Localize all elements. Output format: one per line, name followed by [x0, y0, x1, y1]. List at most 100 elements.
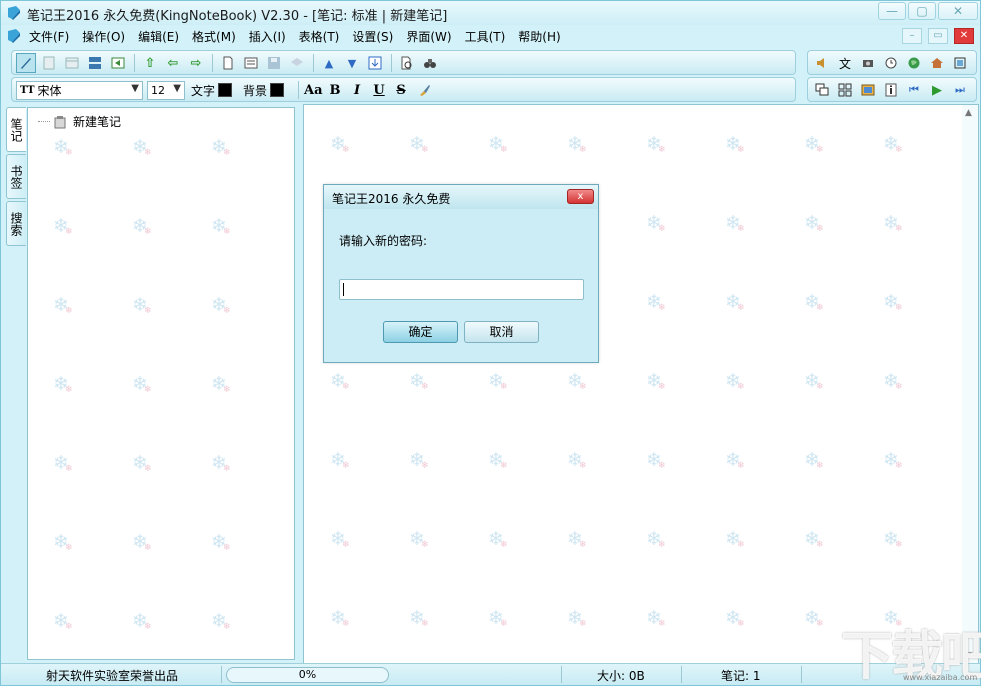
speak-button[interactable] — [812, 53, 832, 73]
maximize-button[interactable]: ▢ — [908, 2, 936, 20]
reminder-button[interactable] — [881, 53, 901, 73]
image-button[interactable] — [858, 80, 878, 100]
tile-button[interactable] — [835, 80, 855, 100]
find-button[interactable] — [420, 53, 440, 73]
dialog-close-button[interactable]: x — [567, 189, 594, 204]
layout-split-button[interactable] — [62, 53, 82, 73]
italic-button[interactable]: I — [348, 83, 366, 98]
snowflake-icon: ❄❄ — [804, 133, 824, 155]
snowflake-icon: ❄❄ — [132, 294, 152, 316]
scroll-up-icon[interactable]: ▲ — [965, 108, 972, 118]
snowflake-small-icon: ❄ — [816, 382, 824, 392]
move-node-up-button[interactable]: ▲ — [319, 53, 339, 73]
editor-scrollbar[interactable]: ▲ ▼ — [962, 105, 978, 664]
font-case-button[interactable]: Aa — [304, 83, 323, 98]
snowflake-icon: ❄❄ — [53, 294, 73, 316]
close-button[interactable]: ✕ — [938, 2, 978, 20]
cascade-button[interactable] — [812, 80, 832, 100]
font-name-select[interactable]: TT 宋体 ▼ — [16, 80, 143, 100]
fullscreen-button[interactable] — [950, 53, 970, 73]
menu-file[interactable]: 文件(F) — [29, 28, 69, 45]
snowflake-icon: ❄❄ — [409, 449, 429, 471]
translate-button[interactable]: 文 — [835, 53, 855, 73]
move-right-button[interactable]: ⇨ — [186, 53, 206, 73]
text-color-swatch[interactable] — [218, 83, 233, 97]
edit-mode-button[interactable] — [16, 53, 36, 73]
picture-icon — [861, 84, 875, 96]
snowflake-icon: ❄❄ — [211, 373, 231, 395]
skip-back-icon: ⏮ — [909, 83, 919, 96]
snowflake-small-icon: ❄ — [421, 145, 429, 155]
menu-table[interactable]: 表格(T) — [299, 28, 340, 45]
snowflake-icon: ❄❄ — [646, 370, 666, 392]
menu-interface[interactable]: 界面(W) — [406, 28, 451, 45]
password-input[interactable] — [339, 279, 584, 300]
play-button[interactable]: ▶ — [927, 80, 947, 100]
snowflake-small-icon: ❄ — [144, 306, 152, 316]
move-node-down-button[interactable]: ▼ — [342, 53, 362, 73]
snowflake-icon: ❄❄ — [53, 452, 73, 474]
mdi-close-button[interactable]: ✕ — [954, 28, 974, 44]
snowflake-icon: ❄❄ — [211, 136, 231, 158]
save-button[interactable] — [264, 53, 284, 73]
info-button[interactable] — [881, 80, 901, 100]
screenshot-button[interactable] — [858, 53, 878, 73]
tab-notes[interactable]: 笔记 — [6, 107, 26, 152]
clear-format-button[interactable] — [414, 80, 434, 100]
web-button[interactable] — [904, 53, 924, 73]
mdi-restore-button[interactable]: ▭ — [928, 28, 948, 44]
cancel-button[interactable]: 取消 — [464, 321, 539, 343]
snowflake-icon: ❄❄ — [330, 449, 350, 471]
new-list-button[interactable] — [241, 53, 261, 73]
layers-button[interactable] — [287, 53, 307, 73]
bold-button[interactable]: B — [326, 83, 344, 98]
snowflake-icon: ❄❄ — [646, 212, 666, 234]
snowflake-small-icon: ❄ — [895, 145, 903, 155]
tab-search[interactable]: 搜索 — [6, 201, 26, 246]
sort-button[interactable] — [365, 53, 385, 73]
underline-button[interactable]: U — [370, 83, 388, 98]
toolbar-separator — [313, 54, 314, 72]
menu-settings[interactable]: 设置(S) — [352, 28, 393, 45]
snowflake-icon: ❄❄ — [132, 215, 152, 237]
snowflake-icon: ❄❄ — [211, 610, 231, 632]
print-preview-button[interactable] — [397, 53, 417, 73]
mdi-minimize-button[interactable]: – — [902, 28, 922, 44]
minimize-button[interactable]: — — [878, 2, 906, 20]
note-tree-panel[interactable]: ❄ ❄ ❄ ❄ ❄ ❄ ❄ ❄ ❄ ❄ ❄ ❄ ❄ ❄ ❄ ❄ ❄ ❄ ❄ ❄ ❄ ❄ ❄ ❄ ❄ ❄ ❄ ❄ ❄ ❄ ❄ ❄ ❄ ❄ ❄ ❄ ❄ ❄ ❄ ❄… — [27, 107, 295, 660]
snowflake-small-icon: ❄ — [579, 619, 587, 629]
snowflake-icon: ❄❄ — [725, 291, 745, 313]
menu-edit[interactable]: 编辑(E) — [138, 28, 179, 45]
menu-insert[interactable]: 插入(I) — [249, 28, 286, 45]
snowflake-small-icon: ❄ — [658, 224, 666, 234]
first-button[interactable]: ⏮ — [904, 80, 924, 100]
new-note-button[interactable] — [218, 53, 238, 73]
notebook-icon — [54, 115, 66, 128]
status-divider — [681, 666, 682, 683]
tab-notes-label: 笔记 — [9, 117, 23, 142]
snowflake-icon: ❄❄ — [211, 452, 231, 474]
snowflake-icon: ❄❄ — [883, 370, 903, 392]
strikethrough-button[interactable]: S — [392, 83, 410, 98]
menu-tools[interactable]: 工具(T) — [465, 28, 506, 45]
menu-help[interactable]: 帮助(H) — [518, 28, 560, 45]
move-up-button[interactable]: ⇧ — [140, 53, 160, 73]
skip-forward-icon: ⏭ — [955, 83, 965, 96]
maximize-icon: ▢ — [916, 4, 928, 18]
move-left-button[interactable]: ⇦ — [163, 53, 183, 73]
font-size-select[interactable]: 12 ▼ — [147, 80, 185, 100]
last-button[interactable]: ⏭ — [950, 80, 970, 100]
layout-horizontal-button[interactable] — [85, 53, 105, 73]
background-color-swatch[interactable] — [270, 83, 285, 97]
home-button[interactable] — [927, 53, 947, 73]
layout-export-button[interactable] — [108, 53, 128, 73]
tab-bookmarks[interactable]: 书签 — [6, 154, 26, 199]
sort-down-icon — [368, 56, 382, 70]
snowflake-icon: ❄❄ — [725, 607, 745, 629]
tree-item[interactable]: 新建笔记 — [38, 113, 121, 130]
menu-format[interactable]: 格式(M) — [192, 28, 236, 45]
layout-single-button[interactable] — [39, 53, 59, 73]
snowflake-small-icon: ❄ — [737, 303, 745, 313]
menu-operation[interactable]: 操作(O) — [82, 28, 125, 45]
ok-button[interactable]: 确定 — [383, 321, 458, 343]
